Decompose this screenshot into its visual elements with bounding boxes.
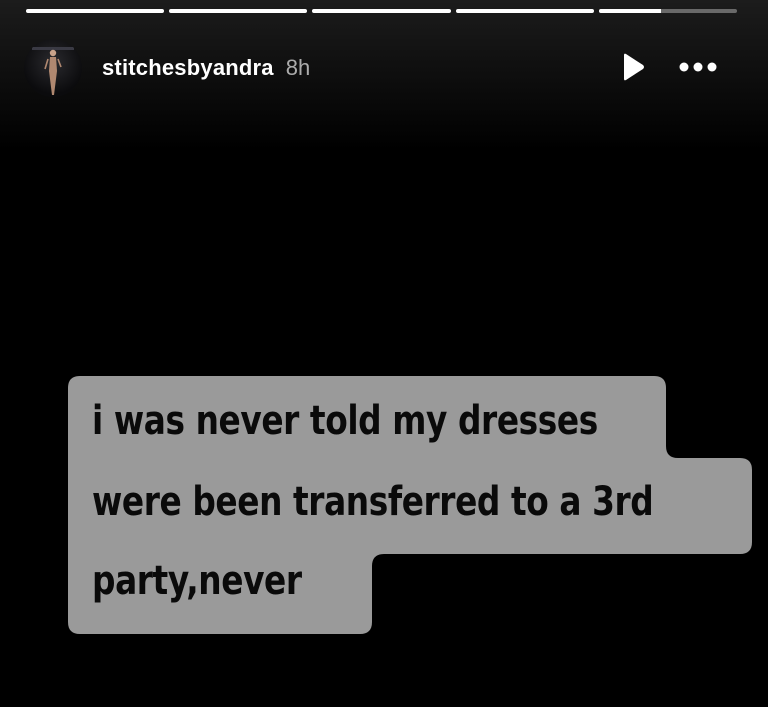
more-options-button[interactable] (676, 50, 720, 84)
avatar-image (32, 47, 74, 95)
story-progress-bar (26, 9, 738, 13)
progress-fill (26, 9, 165, 13)
username[interactable]: stitchesbyandra (102, 55, 274, 81)
progress-segment (312, 9, 451, 13)
story-header: stitchesbyandra 8h (24, 38, 744, 98)
caption-line: i was never told my dresses (92, 398, 598, 444)
caption-line: party,never (92, 558, 302, 604)
post-time: 8h (285, 55, 311, 80)
play-icon (624, 53, 644, 81)
progress-segment (455, 9, 594, 13)
story-caption: i was never told my dresses were been tr… (68, 376, 758, 638)
progress-segment (169, 9, 308, 13)
progress-fill (169, 9, 308, 13)
play-button[interactable] (618, 50, 648, 84)
more-options-icon (679, 62, 717, 72)
caption-line: were been transferred to a 3rd (92, 479, 654, 525)
progress-segment (26, 9, 165, 13)
progress-segment (598, 9, 738, 13)
progress-fill (455, 9, 594, 13)
progress-fill (312, 9, 451, 13)
progress-fill (598, 9, 661, 13)
avatar[interactable] (24, 39, 82, 97)
